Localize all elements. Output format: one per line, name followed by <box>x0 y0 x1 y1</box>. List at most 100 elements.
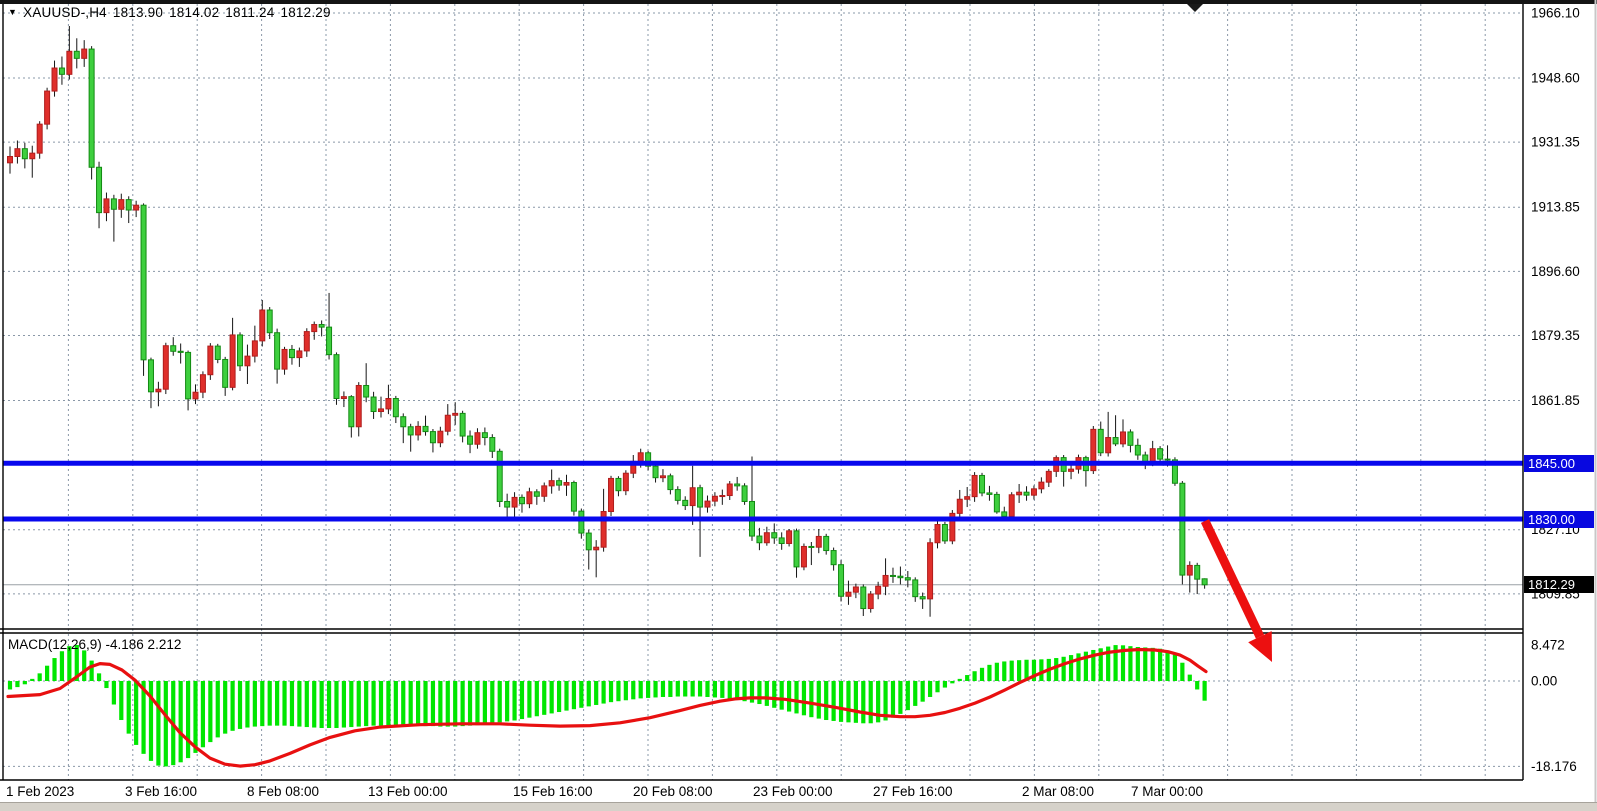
bear-candle <box>319 325 324 328</box>
bull-candle <box>549 481 554 486</box>
macd-histogram-bar <box>698 681 702 697</box>
bull-candle <box>1039 482 1044 489</box>
bull-candle <box>816 536 821 547</box>
macd-histogram-bar <box>557 681 561 712</box>
bull-candle <box>594 547 599 550</box>
bull-candle <box>564 483 569 486</box>
bull-candle <box>416 426 421 435</box>
bear-candle <box>1128 432 1133 445</box>
bull-candle <box>876 586 881 594</box>
macd-histogram-bar <box>1054 658 1058 681</box>
macd-histogram-bar <box>364 681 368 726</box>
macd-histogram-bar <box>453 681 457 727</box>
bear-candle <box>289 349 294 357</box>
macd-histogram-bar <box>1151 648 1155 681</box>
macd-histogram-bar <box>97 673 101 681</box>
macd-histogram-bar <box>616 681 620 701</box>
macd-histogram-bar <box>898 681 902 714</box>
bear-candle <box>401 417 406 427</box>
macd-histogram-bar <box>119 681 123 720</box>
macd-histogram-bar <box>624 681 628 700</box>
macd-histogram-bar <box>208 681 212 742</box>
axis-label: 8 Feb 08:00 <box>247 784 319 799</box>
bull-candle <box>8 156 13 162</box>
bear-candle <box>111 199 116 209</box>
ohlc-high: 1814.02 <box>169 5 219 20</box>
macd-histogram-bar <box>906 681 910 710</box>
bear-candle <box>519 497 524 503</box>
bear-candle <box>141 205 146 360</box>
bull-candle <box>623 473 628 490</box>
bull-candle <box>386 399 391 409</box>
bid-price-badge: 1812.29 <box>1524 576 1594 593</box>
macd-histogram-bar <box>45 666 49 681</box>
macd-histogram-bar <box>416 681 420 726</box>
ohlc-low: 1811.24 <box>225 5 274 20</box>
axis-label: -18.176 <box>1531 759 1577 774</box>
bull-candle <box>379 409 384 412</box>
macd-histogram-bar <box>223 681 227 734</box>
bear-candle <box>178 351 183 352</box>
bear-candle <box>349 397 354 427</box>
macd-histogram-bar <box>409 681 413 726</box>
bull-candle <box>853 587 858 592</box>
macd-histogram-bar <box>327 681 331 728</box>
axis-label: 1861.85 <box>1531 393 1580 408</box>
bear-candle <box>59 68 64 74</box>
macd-histogram-bar <box>661 681 665 697</box>
bear-candle <box>757 536 762 543</box>
macd-histogram-bar <box>193 681 197 753</box>
axis-label: 20 Feb 08:00 <box>633 784 713 799</box>
bear-candle <box>371 397 376 411</box>
macd-histogram-bar <box>817 681 821 719</box>
bull-candle <box>445 415 450 431</box>
bear-candle <box>393 399 398 417</box>
macd-histogram-bar <box>475 681 479 725</box>
macd-histogram-bar <box>832 681 836 721</box>
bear-candle <box>327 327 332 355</box>
macd-histogram-bar <box>1180 663 1184 681</box>
macd-histogram-bar <box>935 681 939 692</box>
macd-histogram-bar <box>668 681 672 697</box>
bull-candle <box>312 325 317 332</box>
chart-canvas[interactable]: 1966.101948.601931.351913.851896.601879.… <box>0 0 1597 811</box>
macd-histogram-bar <box>104 681 108 688</box>
bear-candle <box>1002 512 1007 516</box>
price-level-badge-1830: 1830.00 <box>1524 511 1594 528</box>
macd-histogram-bar <box>1158 649 1162 681</box>
bear-candle <box>126 200 131 210</box>
macd-histogram-bar <box>1195 681 1199 689</box>
bull-candle <box>720 496 725 497</box>
bear-candle <box>824 536 829 550</box>
macd-histogram-bar <box>1173 655 1177 681</box>
bull-candle <box>690 488 695 506</box>
macd-histogram-bar <box>112 681 116 705</box>
bear-candle <box>334 355 339 399</box>
bull-candle <box>935 525 940 543</box>
bear-candle <box>97 167 102 212</box>
bear-candle <box>482 433 487 438</box>
macd-histogram-bar <box>965 675 969 681</box>
bear-candle <box>942 525 947 541</box>
bear-candle <box>1158 449 1163 459</box>
bear-candle <box>675 490 680 501</box>
bear-candle <box>668 476 673 490</box>
chart-window: 1966.101948.601931.351913.851896.601879.… <box>0 0 1597 811</box>
macd-histogram-bar <box>787 681 791 712</box>
bull-candle <box>712 496 717 501</box>
macd-histogram-bar <box>780 681 784 710</box>
bear-candle <box>557 481 562 485</box>
macd-histogram-bar <box>891 681 895 718</box>
macd-histogram-bar <box>268 681 272 726</box>
bear-candle <box>1113 438 1118 444</box>
macd-histogram-bar <box>179 681 183 762</box>
bear-candle <box>468 436 473 444</box>
macd-histogram-bar <box>82 650 86 681</box>
bull-candle <box>727 484 732 496</box>
bull-candle <box>45 91 50 124</box>
macd-histogram-bar <box>164 681 168 766</box>
macd-histogram-bar <box>846 681 850 722</box>
bear-candle <box>1024 492 1029 495</box>
symbol-dropdown-icon[interactable]: ▼ <box>8 7 17 17</box>
bear-candle <box>505 501 510 507</box>
